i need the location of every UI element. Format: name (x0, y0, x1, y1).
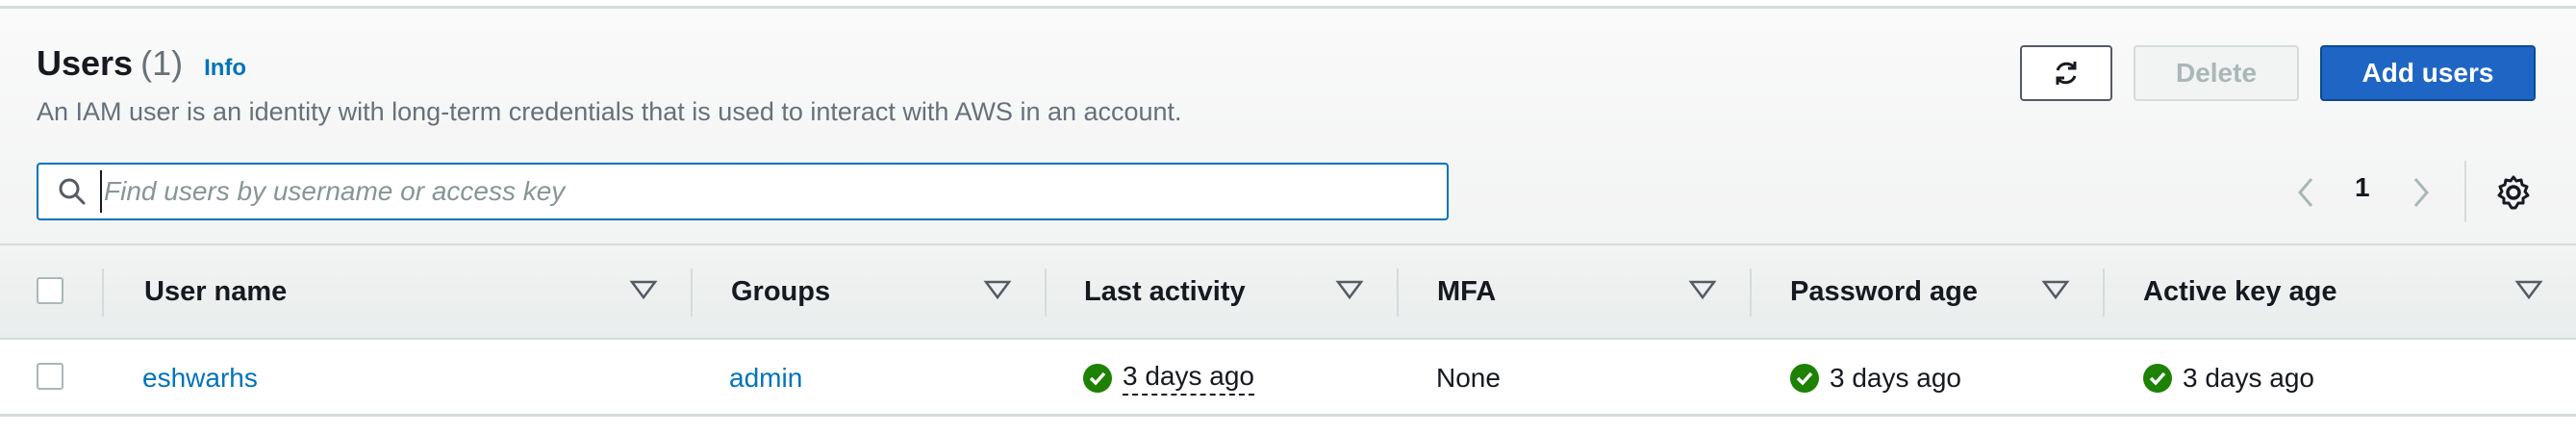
chevron-left-icon (2298, 178, 2313, 207)
group-link[interactable]: admin (729, 340, 802, 417)
success-check-icon (1083, 364, 1112, 393)
sort-down-icon[interactable] (1335, 278, 1364, 303)
search-icon (59, 178, 86, 205)
password-age-cell: 3 days ago (1789, 340, 1961, 417)
users-header: Users (1) Info An IAM user is an identit… (0, 9, 2576, 243)
active-key-age-value: 3 days ago (2183, 363, 2314, 393)
table-row: eshwarhs admin 3 days ago None 3 days ag… (0, 340, 2576, 417)
sort-down-icon[interactable] (1688, 278, 1717, 303)
title-row: Users (1) Info (37, 43, 246, 91)
add-users-button[interactable]: Add users (2320, 45, 2536, 101)
info-link[interactable]: Info (204, 55, 246, 82)
column-header-password-age[interactable]: Password age (1790, 245, 1978, 338)
previous-page-button[interactable] (2294, 168, 2317, 217)
sort-down-icon[interactable] (2041, 278, 2070, 303)
last-activity-cell: 3 days ago (1082, 340, 1254, 417)
gear-icon[interactable] (2493, 172, 2534, 213)
success-check-icon (1790, 364, 1819, 393)
column-divider (102, 269, 104, 317)
refresh-button[interactable] (2020, 45, 2112, 101)
active-key-age-cell: 3 days ago (2142, 340, 2314, 417)
column-divider (1045, 269, 1047, 317)
mfa-value: None (1436, 363, 1501, 393)
column-header-user-name[interactable]: User name (144, 245, 287, 338)
page-number[interactable]: 1 (2355, 172, 2370, 203)
column-divider (691, 269, 693, 317)
row-checkbox[interactable] (37, 363, 63, 390)
sort-down-icon[interactable] (983, 278, 1012, 303)
last-activity-value[interactable]: 3 days ago (1123, 361, 1254, 396)
page-title: Users (37, 43, 134, 83)
search-field[interactable] (37, 163, 1449, 220)
column-header-last-activity[interactable]: Last activity (1084, 245, 1246, 338)
user-name-link[interactable]: eshwarhs (142, 340, 258, 417)
password-age-value: 3 days ago (1830, 363, 1961, 393)
success-check-icon (2143, 364, 2172, 393)
chevron-right-icon (2413, 178, 2429, 207)
column-header-groups[interactable]: Groups (731, 245, 830, 338)
page-description: An IAM user is an identity with long-ter… (37, 97, 1182, 126)
column-header-mfa[interactable]: MFA (1437, 245, 1496, 338)
select-all-checkbox[interactable] (37, 277, 63, 304)
iam-users-panel: Users (1) Info An IAM user is an identit… (0, 0, 2576, 435)
table-header: User name Groups Last activity MFA Passw… (0, 243, 2576, 340)
sort-down-icon[interactable] (629, 278, 658, 303)
delete-button[interactable]: Delete (2134, 45, 2299, 101)
users-count: (1) (140, 43, 184, 83)
column-divider (1750, 269, 1752, 317)
search-input[interactable] (100, 170, 1447, 213)
pager-divider (2464, 161, 2466, 222)
column-divider (1397, 269, 1399, 317)
sort-down-icon[interactable] (2514, 278, 2543, 303)
refresh-icon (2056, 62, 2077, 85)
column-divider (2103, 269, 2105, 317)
column-header-active-key-age[interactable]: Active key age (2143, 245, 2337, 338)
next-page-button[interactable] (2410, 168, 2433, 217)
